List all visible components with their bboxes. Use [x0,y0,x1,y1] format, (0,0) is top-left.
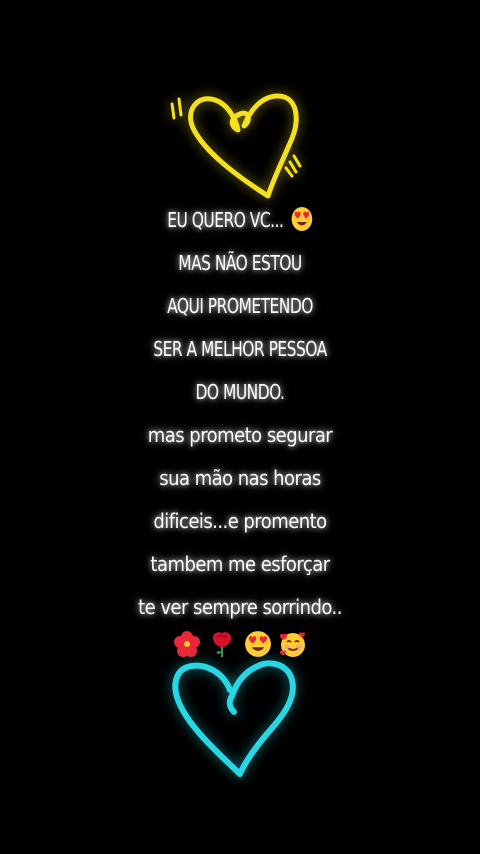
emoji-row [0,630,480,658]
heart-eyes-emoji-icon [244,631,271,657]
message-line-5: DO MUNDO. [195,380,285,404]
message-line-10: te ver sempre sorrindo.. [138,595,342,619]
message-line-9: tambem me esforçar [150,552,330,576]
cyan-heart-doodle-icon [172,660,296,777]
smiling-face-with-hearts-icon [279,632,305,657]
hibiscus-icon [174,631,201,657]
message-line-6: mas prometo segurar [147,423,333,447]
message-line-4: SER A MELHOR PESSOA [153,337,327,361]
heart-eyes-emoji-icon [291,207,312,231]
yellow-heart-doodle-icon [170,93,302,199]
message-line-1: EU QUERO VC... [34,199,447,242]
message-line-7: sua mão nas horas [159,466,321,490]
message-line-8: dificeis...e promento [153,509,327,533]
love-message: EU QUERO VC... MAS NÃO ESTOU AQUI PROMET… [0,199,480,629]
message-line-2: MAS NÃO ESTOU [178,251,302,275]
rose-icon [213,632,232,657]
story-canvas: EU QUERO VC... MAS NÃO ESTOU AQUI PROMET… [0,0,480,854]
message-line-3: AQUI PROMETENDO [167,294,313,318]
